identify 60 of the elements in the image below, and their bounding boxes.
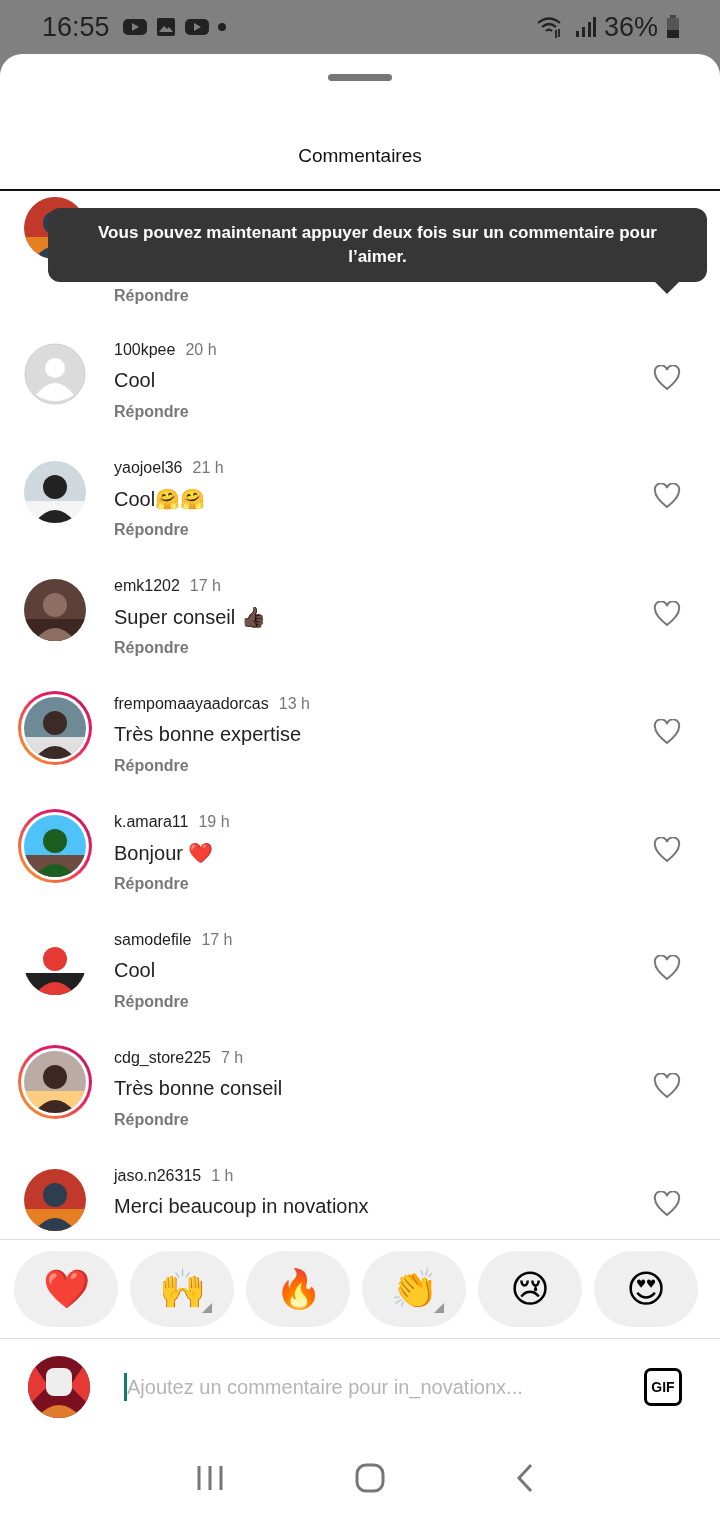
dot-icon <box>217 23 226 31</box>
reply-link[interactable]: Répondre <box>114 993 189 1011</box>
recent-apps-icon[interactable] <box>195 1463 225 1492</box>
gif-button[interactable]: GIF <box>644 1368 682 1406</box>
heart-icon[interactable] <box>653 483 681 509</box>
emoji-reaction-button[interactable]: 😍 <box>594 1251 698 1327</box>
tooltip-text: Vous pouvez maintenant appuyer deux fois sur un commentaire pour l’aimer. <box>97 222 658 268</box>
comment-time: 1 h <box>211 1167 234 1185</box>
status-time: 16:55 <box>42 11 110 43</box>
emoji-reaction-button[interactable]: ❤ <box>14 1251 118 1327</box>
comment-time: 19 h <box>198 813 230 831</box>
comment-input-field[interactable]: Ajoutez un commentaire pour in_novationx... <box>124 1373 644 1401</box>
comment-username[interactable]: emk1202 <box>114 577 180 595</box>
heart-icon[interactable] <box>653 1191 681 1217</box>
reply-link[interactable]: Répondre <box>114 1111 189 1129</box>
sheet-title: Commentaires <box>297 145 423 168</box>
comment-time: 21 h <box>192 459 224 477</box>
comment-text: Super conseil 👍🏿 <box>114 605 267 630</box>
comment-text: Cool <box>114 369 157 393</box>
home-icon[interactable] <box>355 1462 385 1493</box>
heart-icon[interactable] <box>653 365 681 391</box>
battery-icon <box>666 15 680 39</box>
heart-icon[interactable] <box>653 719 681 745</box>
reply-link[interactable]: Répondre <box>114 287 189 305</box>
heart-icon[interactable] <box>653 837 681 863</box>
reply-link[interactable]: Répondre <box>114 875 189 893</box>
comment-time: 17 h <box>189 577 221 595</box>
comment-text: Merci beaucoup in novationx <box>114 1195 370 1219</box>
video-notification-icon <box>121 18 148 36</box>
heart-icon[interactable] <box>653 955 681 981</box>
comment-username[interactable]: samodefile <box>114 931 192 949</box>
comment-username[interactable]: yaojoel36 <box>114 459 183 477</box>
reply-link[interactable]: Répondre <box>114 521 189 539</box>
comment-text: Très bonne expertise <box>114 723 303 747</box>
video-notification-icon <box>183 18 210 36</box>
heart-icon[interactable] <box>653 1073 681 1099</box>
comment-text: Bonjour ❤ <box>114 841 215 866</box>
comment-username[interactable]: cdg_store225 <box>114 1049 211 1067</box>
comment-text: Très bonne conseil <box>114 1077 284 1101</box>
comment-username[interactable]: k.amara11 <box>114 813 189 831</box>
comment-text: Cool🤗🤗 <box>114 487 207 512</box>
image-notification-icon <box>155 17 176 37</box>
back-icon[interactable] <box>515 1462 535 1493</box>
reply-link[interactable]: Répondre <box>114 403 189 421</box>
drag-handle[interactable] <box>328 74 392 81</box>
emoji-reaction-button[interactable]: 🔥 <box>246 1251 350 1327</box>
comment-username[interactable]: jaso.n26315 <box>114 1167 202 1185</box>
reply-link[interactable]: Répondre <box>114 757 189 775</box>
emoji-reaction-button[interactable]: 😢 <box>478 1251 582 1327</box>
comment-time: 17 h <box>201 931 233 949</box>
signal-icon <box>573 16 596 38</box>
comment-username[interactable]: frempomaayaadorcas <box>114 695 269 713</box>
comment-text: Cool <box>114 959 157 983</box>
reply-link[interactable]: Répondre <box>114 639 189 657</box>
comment-username[interactable]: 100kpee <box>114 341 176 359</box>
heart-icon[interactable] <box>653 601 681 627</box>
comment-time: 13 h <box>278 695 310 713</box>
battery-percent: 36% <box>603 11 658 43</box>
comment-time: 20 h <box>185 341 217 359</box>
comment-time: 7 h <box>220 1049 244 1067</box>
